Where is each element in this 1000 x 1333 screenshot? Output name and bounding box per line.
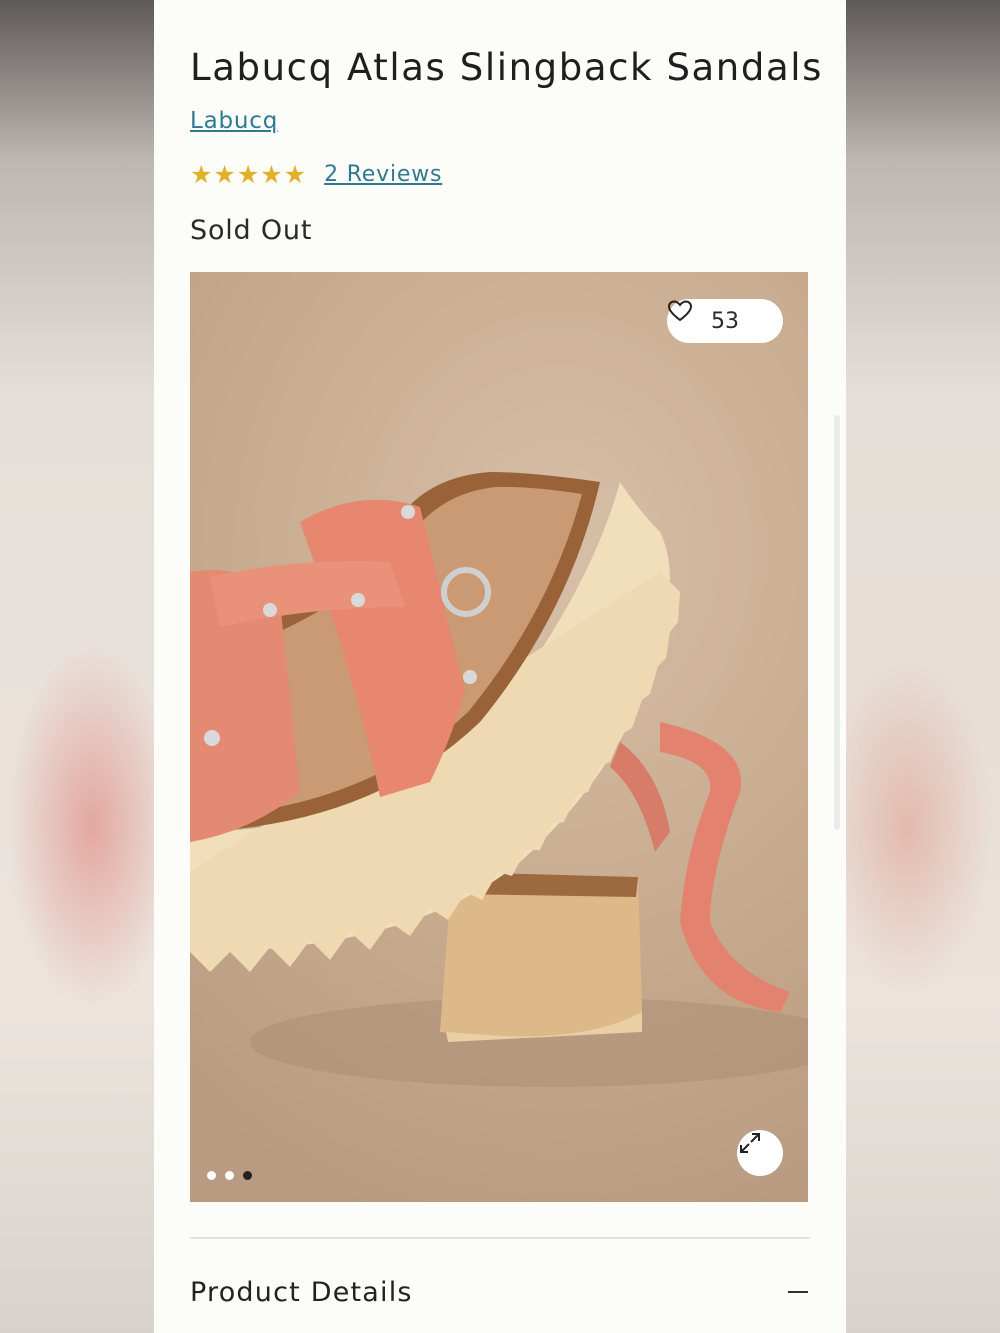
gallery-dot[interactable] [225,1171,234,1180]
expand-icon [740,1133,760,1153]
divider [190,1237,810,1239]
product-image [190,472,808,1087]
star-icon: ★ [260,159,283,189]
favorite-button[interactable]: 53 [667,299,783,343]
product-details-accordion[interactable]: Product Details [190,1272,810,1312]
star-icon: ★ [236,159,260,189]
gallery-pagination [207,1171,252,1180]
star-icon: ★ [213,159,236,189]
gallery-dot-active[interactable] [243,1171,252,1180]
gallery-dot[interactable] [207,1171,216,1180]
star-icon: ★ [283,159,307,189]
product-panel: Labucq Atlas Slingback Sandals Labucq ★ … [154,0,846,1333]
heart-icon [667,300,693,322]
scrollbar[interactable] [834,415,840,830]
reviews-link[interactable]: 2 Reviews [324,162,442,187]
star-rating: ★ ★ ★ ★ ★ [190,162,306,187]
product-image-gallery[interactable]: 53 [190,272,808,1202]
background-left [0,0,154,1333]
expand-image-button[interactable] [737,1130,783,1176]
favorite-count: 53 [711,308,739,334]
product-title: Labucq Atlas Slingback Sandals [190,46,823,89]
star-icon: ★ [190,159,213,189]
collapse-icon[interactable] [788,1291,808,1293]
rating-row: ★ ★ ★ ★ ★ 2 Reviews [190,158,442,190]
product-details-label: Product Details [190,1276,413,1308]
sold-out-status: Sold Out [190,215,313,246]
brand-link[interactable]: Labucq [190,108,278,134]
background-right [846,0,1000,1333]
